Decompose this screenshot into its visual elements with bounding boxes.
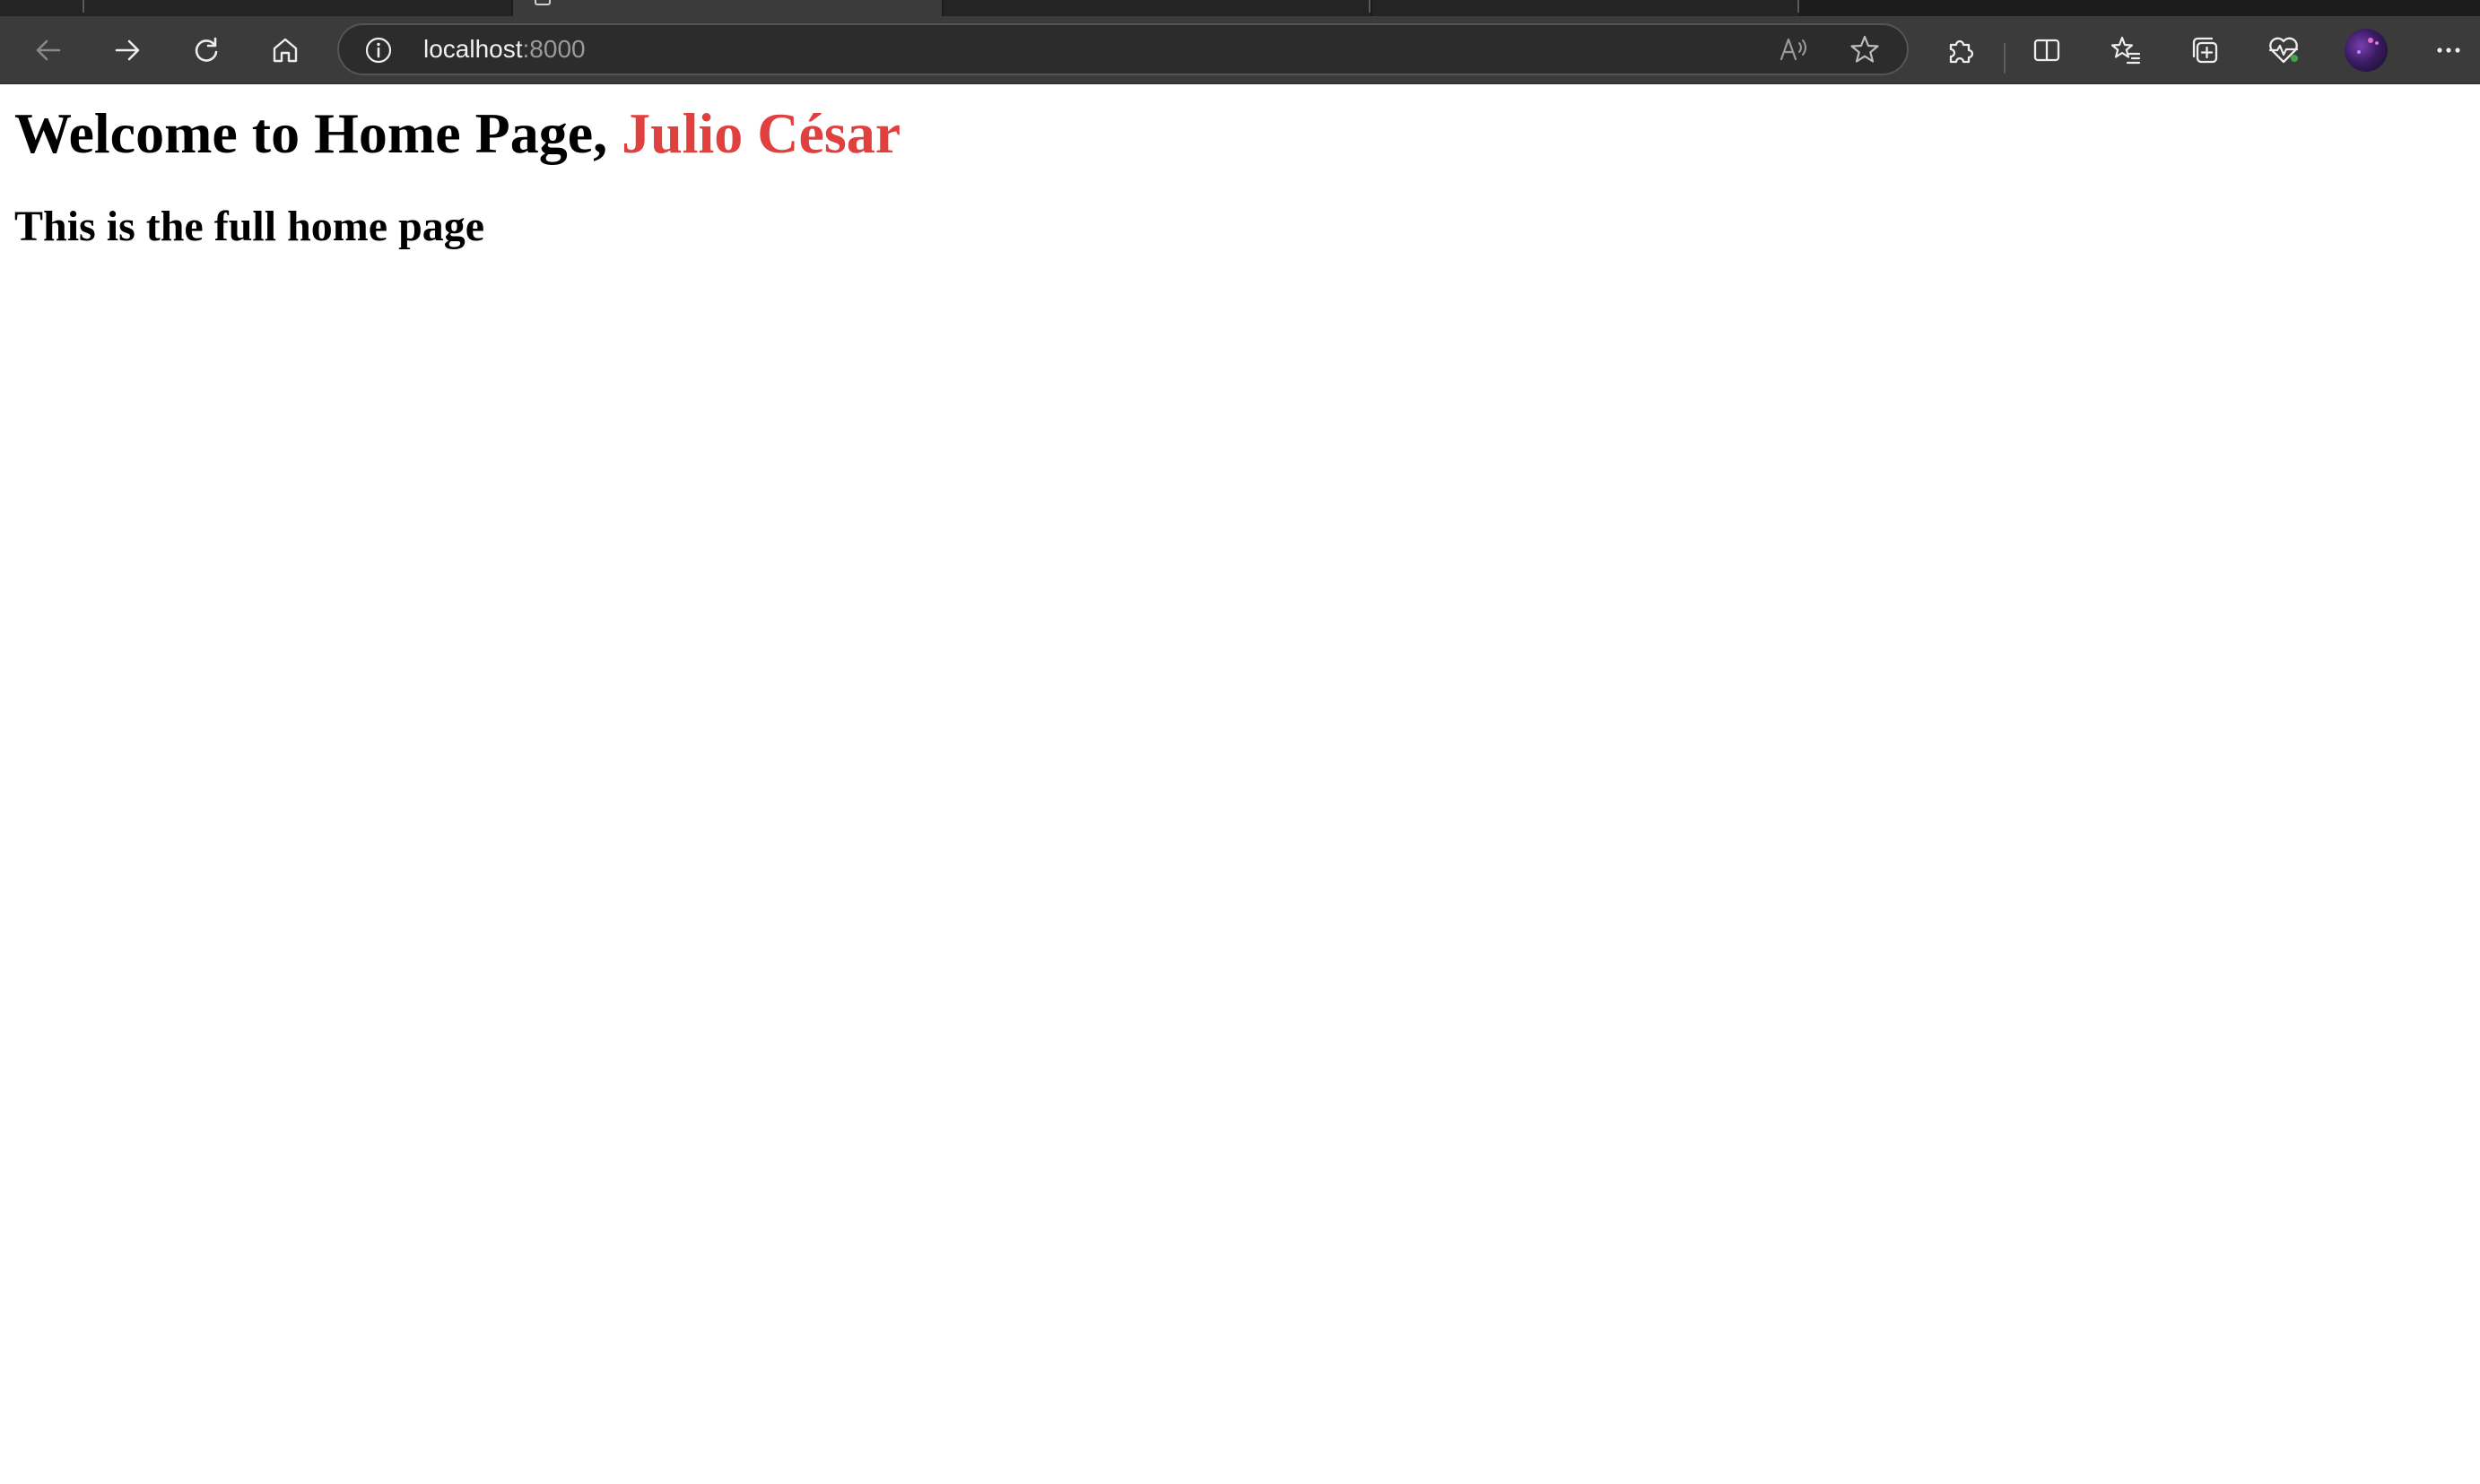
url-host: localhost xyxy=(423,35,523,63)
address-bar[interactable]: localhost:8000 xyxy=(337,23,1909,75)
tab-strip xyxy=(0,0,2480,16)
user-name: Julio César xyxy=(622,101,901,165)
back-button[interactable] xyxy=(22,25,74,75)
puzzle-icon xyxy=(1949,39,1974,64)
favorites-icon xyxy=(2110,36,2141,65)
tab-separator xyxy=(83,0,84,13)
back-arrow-icon xyxy=(36,39,61,61)
refresh-button[interactable] xyxy=(180,25,232,75)
settings-menu-button[interactable] xyxy=(2422,25,2476,75)
page-title: Welcome to Home Page, Julio César xyxy=(14,100,901,168)
browser-toolbar: localhost:8000 xyxy=(0,16,2480,84)
split-screen-icon xyxy=(2033,39,2060,62)
page-content: Welcome to Home Page, Julio César This i… xyxy=(0,85,2480,1484)
extensions-button[interactable] xyxy=(1934,25,1986,75)
favorite-button[interactable] xyxy=(1844,30,1885,68)
profile-avatar[interactable] xyxy=(2345,29,2388,72)
tab-separator xyxy=(1797,0,1799,13)
tab-inactive-2[interactable] xyxy=(944,0,1371,16)
url-port: :8000 xyxy=(522,35,586,63)
read-aloud-icon xyxy=(1780,38,1806,61)
collections-icon xyxy=(2192,37,2218,64)
home-button[interactable] xyxy=(259,25,311,75)
page-subtitle: This is the full home page xyxy=(14,203,485,250)
welcome-text: Welcome to Home Page, xyxy=(14,101,622,165)
more-icon xyxy=(2437,48,2460,53)
refresh-icon xyxy=(195,37,218,62)
tab-inactive-3[interactable] xyxy=(1372,0,1799,16)
heart-pulse-icon xyxy=(2268,37,2299,64)
home-icon xyxy=(273,38,298,63)
info-icon[interactable] xyxy=(364,36,393,65)
favorites-button[interactable] xyxy=(2100,25,2152,75)
read-aloud-button[interactable] xyxy=(1774,30,1815,68)
browser-essentials-button[interactable] xyxy=(2258,25,2310,75)
tab-inactive-1[interactable] xyxy=(0,0,511,16)
split-screen-button[interactable] xyxy=(2021,25,2073,75)
url-text[interactable]: localhost:8000 xyxy=(423,25,586,74)
forward-button[interactable] xyxy=(101,25,153,75)
toolbar-divider xyxy=(2004,43,2006,74)
star-icon xyxy=(1850,35,1879,63)
page-icon xyxy=(535,0,551,5)
collections-button[interactable] xyxy=(2179,25,2231,75)
tab-active[interactable] xyxy=(513,0,942,16)
tab-separator xyxy=(1369,0,1371,13)
forward-arrow-icon xyxy=(115,39,140,61)
